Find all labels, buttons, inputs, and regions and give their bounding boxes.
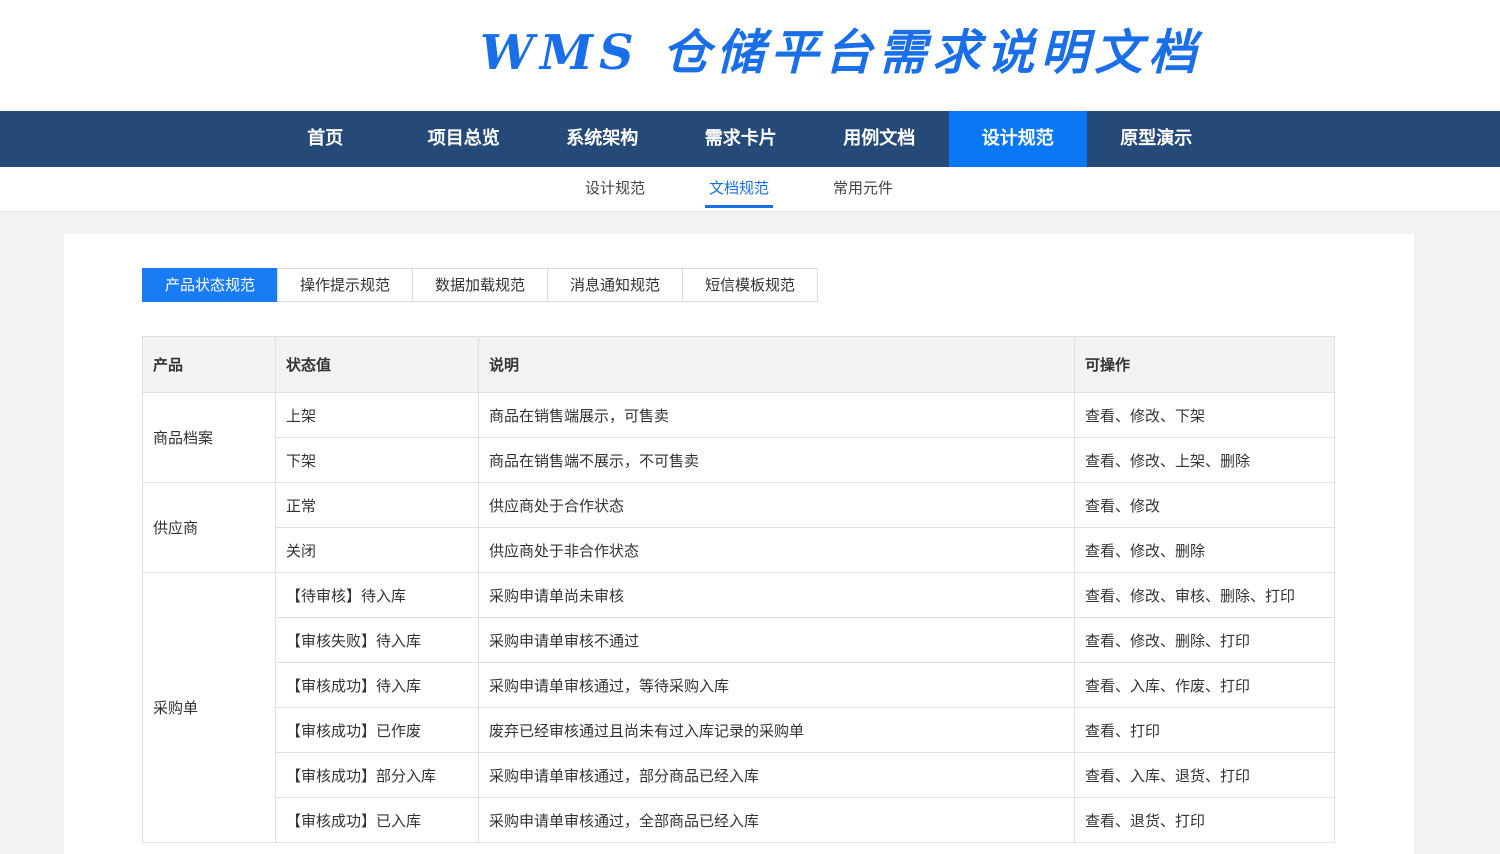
column-header: 状态值 xyxy=(275,336,479,393)
sub-nav-item[interactable]: 文档规范 xyxy=(677,167,801,211)
main-nav-item[interactable]: 首页 xyxy=(256,111,395,167)
description-cell: 商品在销售端展示，可售卖 xyxy=(478,392,1075,438)
table-body: 商品档案 上架 商品在销售端展示，可售卖 查看、修改、下架 下架 商品在销售端不展示，不可… xyxy=(142,392,1335,843)
spec-tab[interactable]: 短信模板规范 xyxy=(682,268,818,302)
main-nav-item[interactable]: 设计规范 xyxy=(948,111,1087,167)
operations-cell: 查看、入库、作废、打印 xyxy=(1074,662,1335,708)
description-cell: 废弃已经审核通过且尚未有过入库记录的采购单 xyxy=(478,707,1075,753)
description-cell: 采购申请单尚未审核 xyxy=(478,572,1075,618)
spec-tab[interactable]: 数据加载规范 xyxy=(412,268,548,302)
main-nav-item[interactable]: 需求卡片 xyxy=(672,111,811,167)
description-cell: 供应商处于合作状态 xyxy=(478,482,1075,528)
description-cell: 采购申请单审核通过，部分商品已经入库 xyxy=(478,752,1075,798)
status-cell: 【审核失败】待入库 xyxy=(275,617,479,663)
description-cell: 商品在销售端不展示，不可售卖 xyxy=(478,437,1075,483)
status-cell: 【审核成功】已作废 xyxy=(275,707,479,753)
table-row: 关闭 供应商处于非合作状态 查看、修改、删除 xyxy=(143,527,1335,573)
product-cell: 供应商 xyxy=(142,482,276,573)
table-row: 下架 商品在销售端不展示，不可售卖 查看、修改、上架、删除 xyxy=(143,437,1335,483)
column-header: 说明 xyxy=(478,336,1075,393)
main-nav-item[interactable]: 项目总览 xyxy=(395,111,534,167)
product-cell: 商品档案 xyxy=(142,392,276,483)
sub-nav-item[interactable]: 设计规范 xyxy=(553,167,677,211)
description-cell: 采购申请单审核不通过 xyxy=(478,617,1075,663)
main-nav: 首页 项目总览 系统架构 需求卡片 用例文档 设计规范 原型演示 xyxy=(0,111,1500,167)
status-cell: 上架 xyxy=(275,392,479,438)
site-header: WMS 仓储平台需求说明文档 xyxy=(0,0,1500,111)
description-cell: 供应商处于非合作状态 xyxy=(478,527,1075,573)
sub-nav: 设计规范 文档规范 常用元件 xyxy=(0,167,1500,212)
column-header: 产品 xyxy=(142,336,276,393)
status-table: 产品 状态值 说明 可操作 商品档案 上架 商品在销售端展示，可售卖 查看、修改、下架 下架商… xyxy=(142,336,1335,843)
main-nav-item[interactable]: 用例文档 xyxy=(810,111,949,167)
operations-cell: 查看、打印 xyxy=(1074,707,1335,753)
status-cell: 关闭 xyxy=(275,527,479,573)
operations-cell: 查看、修改、审核、删除、打印 xyxy=(1074,572,1335,618)
operations-cell: 查看、修改、删除、打印 xyxy=(1074,617,1335,663)
content-panel: 产品状态规范 操作提示规范 数据加载规范 消息通知规范 短信模板规范 产品 状态值 说明 可操… xyxy=(64,234,1414,854)
site-title: WMS 仓储平台需求说明文档 xyxy=(480,25,1203,81)
table-row: 【审核成功】部分入库 采购申请单审核通过，部分商品已经入库 查看、入库、退货、打印 xyxy=(143,752,1335,798)
table-row: 【审核成功】已入库 采购申请单审核通过，全部商品已经入库 查看、退货、打印 xyxy=(143,797,1335,843)
table-row: 供应商 正常 供应商处于合作状态 查看、修改 xyxy=(142,482,1335,573)
table-header-row: 产品 状态值 说明 可操作 xyxy=(142,336,1335,393)
operations-cell: 查看、修改 xyxy=(1074,482,1335,528)
main-nav-item[interactable]: 原型演示 xyxy=(1087,111,1226,167)
main-nav-items: 首页 项目总览 系统架构 需求卡片 用例文档 设计规范 原型演示 xyxy=(256,111,1226,167)
description-cell: 采购申请单审核通过，等待采购入库 xyxy=(478,662,1075,708)
spec-tab[interactable]: 消息通知规范 xyxy=(547,268,683,302)
table-row: 商品档案 上架 商品在销售端展示，可售卖 查看、修改、下架 xyxy=(142,392,1335,483)
status-cell: 【待审核】待入库 xyxy=(275,572,479,618)
description-cell: 采购申请单审核通过，全部商品已经入库 xyxy=(478,797,1075,843)
status-cell: 正常 xyxy=(275,482,479,528)
operations-cell: 查看、退货、打印 xyxy=(1074,797,1335,843)
operations-cell: 查看、修改、删除 xyxy=(1074,527,1335,573)
sub-nav-items: 设计规范 文档规范 常用元件 xyxy=(553,167,925,211)
spec-tab[interactable]: 产品状态规范 xyxy=(142,268,278,302)
table-row: 【审核成功】已作废 废弃已经审核通过且尚未有过入库记录的采购单 查看、打印 xyxy=(143,707,1335,753)
main-nav-item[interactable]: 系统架构 xyxy=(533,111,672,167)
status-cell: 【审核成功】部分入库 xyxy=(275,752,479,798)
operations-cell: 查看、入库、退货、打印 xyxy=(1074,752,1335,798)
table-row: 采购单 【待审核】待入库 采购申请单尚未审核 查看、修改、审核、删除、打印 xyxy=(142,572,1335,843)
table-row: 【审核成功】待入库 采购申请单审核通过，等待采购入库 查看、入库、作废、打印 xyxy=(143,662,1335,708)
status-cell: 【审核成功】已入库 xyxy=(275,797,479,843)
sub-nav-item[interactable]: 常用元件 xyxy=(801,167,925,211)
operations-cell: 查看、修改、下架 xyxy=(1074,392,1335,438)
status-table-wrap: 产品 状态值 说明 可操作 商品档案 上架 商品在销售端展示，可售卖 查看、修改、下架 下架商… xyxy=(142,336,1335,843)
status-cell: 【审核成功】待入库 xyxy=(275,662,479,708)
spec-tab[interactable]: 操作提示规范 xyxy=(277,268,413,302)
table-row: 【审核失败】待入库 采购申请单审核不通过 查看、修改、删除、打印 xyxy=(143,617,1335,663)
column-header: 可操作 xyxy=(1074,336,1335,393)
operations-cell: 查看、修改、上架、删除 xyxy=(1074,437,1335,483)
spec-tabs: 产品状态规范 操作提示规范 数据加载规范 消息通知规范 短信模板规范 xyxy=(142,268,818,302)
product-cell: 采购单 xyxy=(142,572,276,843)
status-cell: 下架 xyxy=(275,437,479,483)
